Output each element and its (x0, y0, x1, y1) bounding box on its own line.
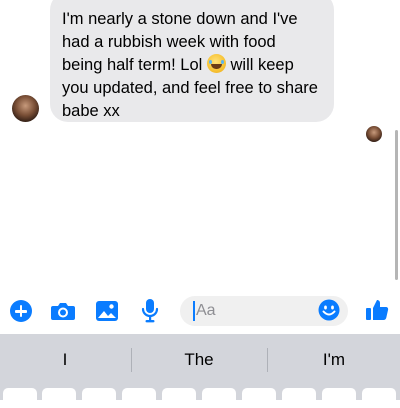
keyboard-key[interactable] (202, 388, 236, 408)
microphone-icon[interactable] (140, 298, 160, 324)
message-line: I'm nearly a stone down and I've (62, 10, 298, 28)
suggestion-3[interactable]: I'm (268, 334, 400, 386)
suggestion-1[interactable]: I (0, 334, 130, 386)
keyboard-key[interactable] (122, 388, 156, 408)
message-line: had a rubbish week with food (62, 33, 276, 51)
message-bubble[interactable]: I'm nearly a stone down and I've had a r… (50, 0, 334, 122)
camera-icon[interactable] (50, 300, 76, 322)
sender-avatar[interactable] (12, 95, 39, 122)
message-text: being half term! Lol (62, 56, 207, 74)
message-line: being half term! Lol will keep (62, 54, 324, 77)
scrollbar[interactable] (395, 130, 398, 280)
predictive-text-bar: I The I'm (0, 334, 400, 386)
message-text: will keep (225, 56, 294, 74)
keyboard-key[interactable] (322, 388, 356, 408)
message-input-placeholder: Aa (196, 302, 216, 319)
keyboard-key[interactable] (3, 388, 37, 408)
message-line: you updated, and feel free to share (62, 79, 318, 97)
thumbs-up-icon[interactable] (364, 297, 390, 323)
suggestion-2[interactable]: The (132, 334, 266, 386)
keyboard-key[interactable] (282, 388, 316, 408)
keyboard-key[interactable] (162, 388, 196, 408)
keyboard-key[interactable] (242, 388, 276, 408)
keyboard-key[interactable] (362, 388, 396, 408)
seen-receipt-avatar (366, 126, 382, 142)
keyboard-key[interactable] (82, 388, 116, 408)
laughing-emoji-icon (206, 54, 226, 73)
keyboard: I The I'm (0, 334, 400, 408)
photo-icon[interactable] (95, 299, 119, 323)
keyboard-key[interactable] (42, 388, 76, 408)
message-line: babe xx (62, 102, 120, 120)
plus-icon[interactable] (10, 300, 32, 322)
text-caret (193, 301, 195, 321)
emoji-icon[interactable] (318, 299, 340, 321)
